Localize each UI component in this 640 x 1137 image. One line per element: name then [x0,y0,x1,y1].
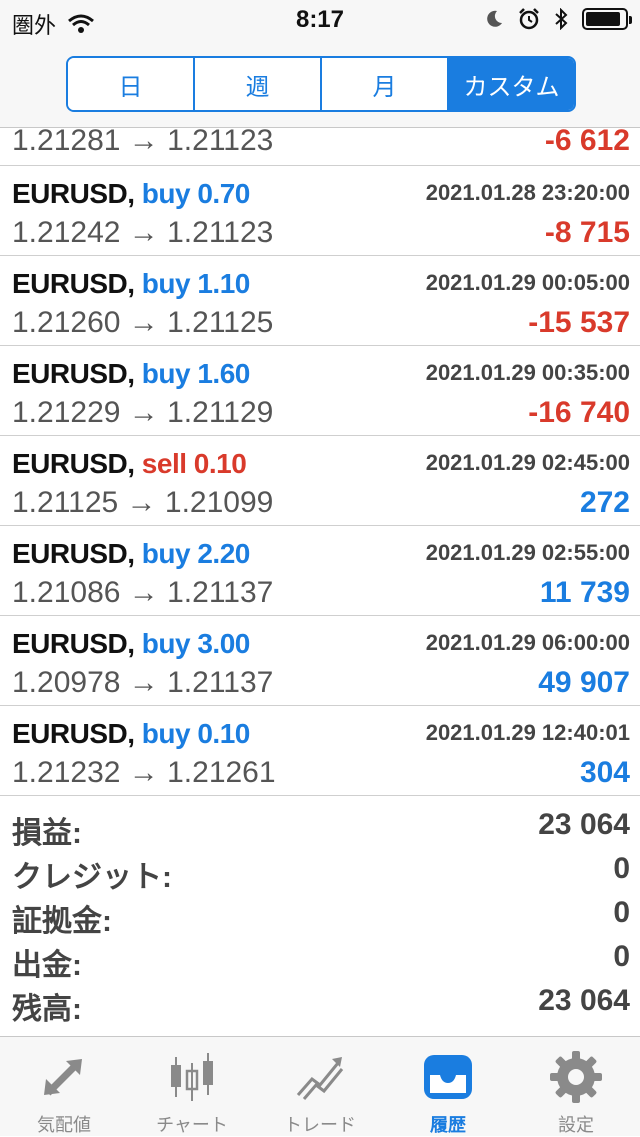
summary-label: 損益: [12,817,82,850]
summary-balance: 残高: 23 064 [0,980,640,1026]
deal-direction: buy [141,538,191,569]
deal-symbol: EURUSD, buy 1.10 [12,268,250,299]
list-item[interactable]: 1.21281 → 1.21123 -6 612 [0,128,640,166]
history-inbox-icon [424,1055,472,1099]
deal-profit: -15 537 [528,306,630,339]
summary-value: 23 064 [538,808,630,841]
summary-deposit: 証拠金: 0 [0,892,640,938]
deal-profit: 11 739 [539,576,630,609]
trade-trend-icon [296,1057,344,1100]
list-item[interactable]: EURUSD, buy 0.10 2021.01.29 12:40:01 1.2… [0,706,640,796]
deal-profit: -8 715 [544,216,630,249]
tab-settings[interactable]: 設定 [512,1037,640,1136]
summary-profit: 損益: 23 064 [0,804,640,850]
deal-symbol: EURUSD, buy 0.10 [12,718,250,749]
deal-prices: 1.21281 → 1.21123 [12,128,274,157]
list-item[interactable]: EURUSD, buy 1.60 2021.01.29 00:35:00 1.2… [0,346,640,436]
list-item[interactable]: EURUSD, buy 0.70 2021.01.28 23:20:00 1.2… [0,166,640,256]
segment-month[interactable]: 月 [322,58,449,110]
tab-quotes[interactable]: 気配値 [0,1037,128,1136]
deal-time: 2021.01.29 06:00:00 [425,630,630,655]
deal-direction: buy [141,268,191,299]
moon-icon [487,10,502,27]
segment-custom[interactable]: カスタム [449,58,574,110]
deal-prices: 1.21232 → 1.21261 [12,756,276,789]
summary-value: 0 [613,896,630,929]
deal-volume: 1.60 [197,358,250,389]
deal-profit: 49 907 [538,666,630,699]
tab-history[interactable]: 履歴 [384,1037,512,1136]
summary-value: 0 [613,852,630,885]
period-segmented-control: 日 週 月 カスタム [66,56,576,112]
tab-chart[interactable]: チャート [128,1037,256,1136]
deal-time: 2021.01.29 12:40:01 [425,720,630,745]
list-item[interactable]: EURUSD, buy 1.10 2021.01.29 00:05:00 1.2… [0,256,640,346]
summary-credit: クレジット: 0 [0,848,640,894]
deal-volume: 2.20 [197,538,250,569]
deal-direction: buy [141,178,191,209]
tab-label: 履歴 [430,1115,466,1135]
tab-label: チャート [156,1115,228,1135]
deal-profit: 304 [579,756,630,789]
deal-profit: -6 612 [544,128,630,157]
tab-trade[interactable]: トレード [256,1037,384,1136]
deal-profit: 272 [579,486,630,519]
deal-direction: sell [141,448,187,479]
deal-prices: 1.21229 → 1.21129 [12,396,274,429]
deal-prices: 1.20978 → 1.21137 [12,666,274,699]
summary-label: 出金: [12,949,82,982]
status-right [484,8,632,30]
deal-symbol: EURUSD, buy 2.20 [12,538,250,569]
summary-label: 証拠金: [12,905,112,938]
deal-prices: 1.21086 → 1.21137 [12,576,274,609]
battery-icon [582,8,632,30]
deal-symbol: EURUSD, buy 0.70 [12,178,250,209]
alarm-icon [519,8,539,30]
deal-time: 2021.01.29 02:45:00 [425,450,630,475]
deal-time: 2021.01.29 02:55:00 [425,540,630,565]
deal-symbol: EURUSD, buy 1.60 [12,358,250,389]
summary-withdrawal: 出金: 0 [0,936,640,982]
tab-label: トレード [284,1115,356,1135]
deal-volume: 0.10 [193,448,247,479]
tab-label: 設定 [558,1115,594,1135]
segment-day[interactable]: 日 [68,58,195,110]
segment-week[interactable]: 週 [195,58,322,110]
deal-direction: buy [141,628,191,659]
bluetooth-icon [555,8,568,30]
deal-direction: buy [141,718,191,749]
deal-prices: 1.21260 → 1.21125 [12,306,274,339]
deal-volume: 3.00 [197,628,250,659]
header: 圏外 8:17 日 週 月 カスタム [0,0,640,128]
status-bar: 圏外 8:17 [0,0,640,40]
tab-bar: 気配値 チャート トレード 履歴 設定 [0,1036,640,1136]
account-summary: 損益: 23 064 クレジット: 0 証拠金: 0 出金: 0 残高: 23 … [0,804,640,1026]
deal-symbol: EURUSD, sell 0.10 [12,448,247,479]
deal-volume: 0.70 [197,178,250,209]
deal-symbol: EURUSD, buy 3.00 [12,628,250,659]
list-item[interactable]: EURUSD, buy 2.20 2021.01.29 02:55:00 1.2… [0,526,640,616]
deal-time: 2021.01.28 23:20:00 [425,180,630,205]
deal-profit: -16 740 [528,396,630,429]
summary-label: 残高: [12,993,82,1026]
deal-volume: 0.10 [197,718,250,749]
list-item[interactable]: EURUSD, sell 0.10 2021.01.29 02:45:00 1.… [0,436,640,526]
summary-value: 23 064 [538,984,630,1017]
deal-history-list[interactable]: 1.21281 → 1.21123 -6 612 EURUSD, buy 0.7… [0,128,640,1036]
summary-value: 0 [613,940,630,973]
list-item[interactable]: EURUSD, buy 3.00 2021.01.29 06:00:00 1.2… [0,616,640,706]
deal-time: 2021.01.29 00:05:00 [425,270,630,295]
deal-prices: 1.21242 → 1.21123 [12,216,274,249]
candlestick-chart-icon [171,1053,213,1101]
quotes-arrows-icon [44,1059,82,1096]
settings-gear-icon [550,1051,602,1103]
summary-label: クレジット: [12,861,172,894]
deal-direction: buy [141,358,191,389]
deal-volume: 1.10 [197,268,250,299]
tab-label: 気配値 [37,1115,91,1135]
deal-prices: 1.21125 → 1.21099 [12,486,274,519]
deal-time: 2021.01.29 00:35:00 [425,360,630,385]
